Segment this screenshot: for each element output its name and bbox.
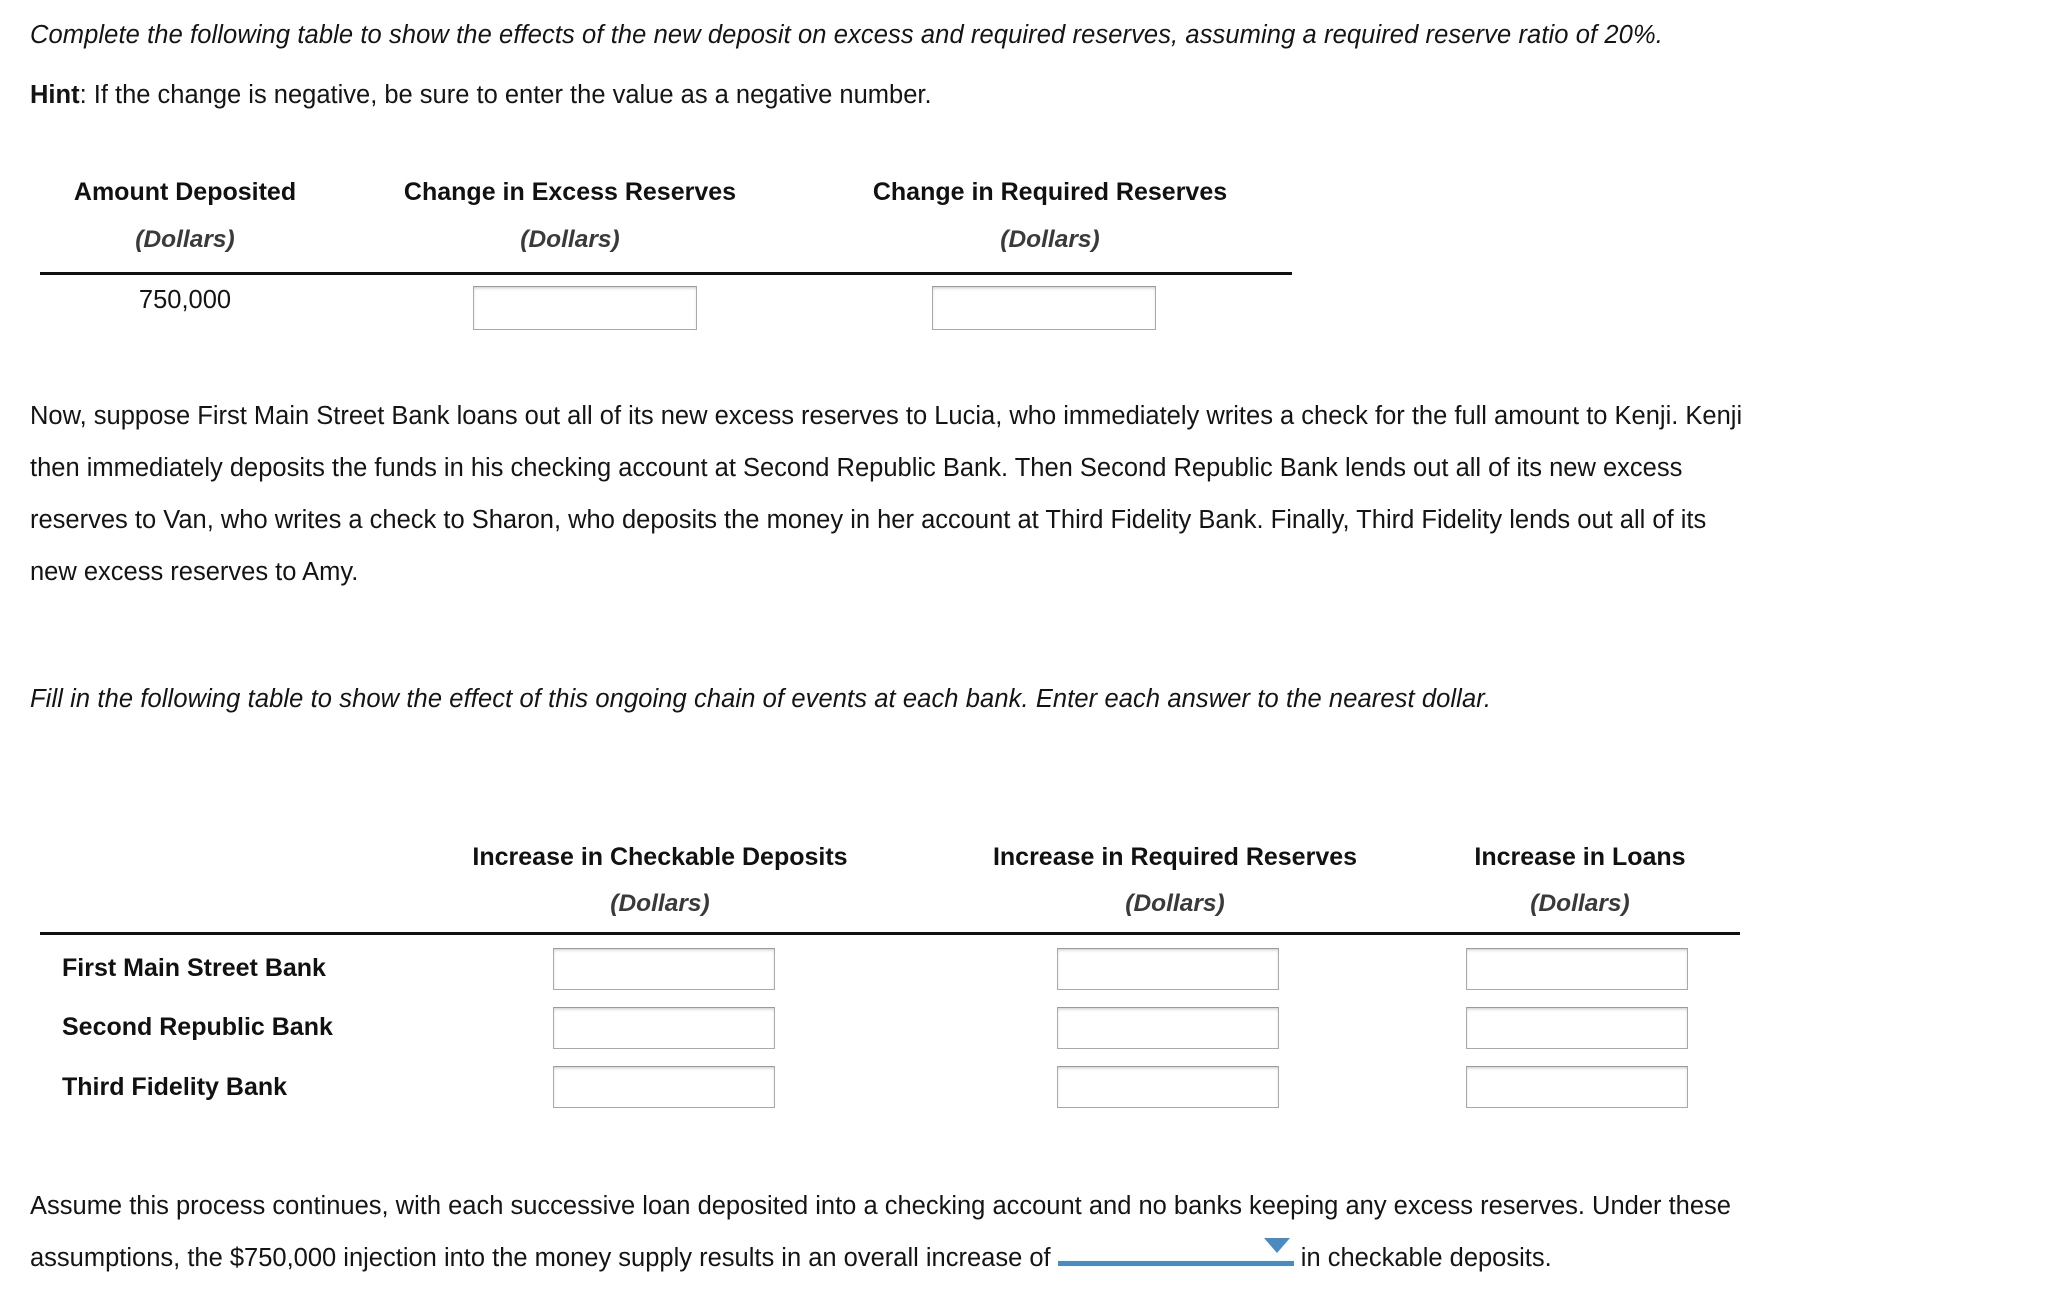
narrative-line-4: new excess reserves to Amy. [30, 558, 359, 586]
input-change-in-excess-reserves[interactable] [473, 286, 697, 330]
input-first-main-street-bank-required-reserves[interactable] [1057, 948, 1279, 990]
table1-subheader-change-excess-reserves: (Dollars) [520, 226, 620, 253]
table2-header-loans: Increase in Loans [1474, 843, 1686, 871]
narrative-paragraph: Now, suppose First Main Street Bank loan… [30, 390, 2020, 598]
table1-header-amount-deposited: Amount Deposited [73, 178, 297, 206]
hint-label: Hint [30, 81, 80, 109]
table2-subheader-required-reserves: (Dollars) [1125, 890, 1225, 917]
narrative-line-1: Now, suppose First Main Street Bank loan… [30, 402, 1743, 430]
input-first-main-street-bank-checkable-deposits[interactable] [553, 948, 775, 990]
overall-increase-dropdown[interactable] [1057, 1232, 1294, 1266]
instruction-text-1: Complete the following table to show the… [30, 21, 1663, 49]
table2-header-checkable-deposits: Increase in Checkable Deposits [472, 843, 848, 871]
narrative-line-3: reserves to Van, who writes a check to S… [30, 506, 1707, 534]
input-third-fidelity-bank-loans[interactable] [1466, 1066, 1688, 1108]
input-third-fidelity-bank-required-reserves[interactable] [1057, 1066, 1279, 1108]
input-first-main-street-bank-loans[interactable] [1466, 948, 1688, 990]
table1-subheader-amount-deposited: (Dollars) [135, 226, 235, 253]
table1-header-rule [40, 272, 1292, 275]
closing-paragraph: Assume this process continues, with each… [30, 1180, 2020, 1284]
table1-cell-amount-deposited: 750,000 [138, 286, 232, 314]
table2-header-rule [40, 932, 1740, 935]
input-change-in-required-reserves[interactable] [932, 286, 1156, 330]
closing-line-2-after: in checkable deposits. [1300, 1244, 1552, 1272]
hint-text: : If the change is negative, be sure to … [79, 81, 932, 109]
hint-line: Hint: If the change is negative, be sure… [30, 80, 932, 112]
input-second-republic-bank-checkable-deposits[interactable] [553, 1007, 775, 1049]
table1-header-change-required-reserves: Change in Required Reserves [872, 178, 1228, 206]
closing-line-1: Assume this process continues, with each… [30, 1192, 1731, 1220]
table2-row-label-first-main-street-bank: First Main Street Bank [62, 954, 326, 982]
instruction-text-2: Fill in the following table to show the … [30, 685, 1492, 713]
narrative-line-2: then immediately deposits the funds in h… [30, 454, 1683, 482]
worksheet-page: Complete the following table to show the… [0, 0, 2046, 1310]
table2-row-label-third-fidelity-bank: Third Fidelity Bank [62, 1073, 288, 1101]
chevron-down-icon [1263, 1238, 1290, 1253]
input-second-republic-bank-loans[interactable] [1466, 1007, 1688, 1049]
closing-line-2-before: assumptions, the $750,000 injection into… [30, 1244, 1051, 1272]
input-third-fidelity-bank-checkable-deposits[interactable] [553, 1066, 775, 1108]
table2-subheader-checkable-deposits: (Dollars) [610, 890, 710, 917]
input-second-republic-bank-required-reserves[interactable] [1057, 1007, 1279, 1049]
table1-header-change-excess-reserves: Change in Excess Reserves [403, 178, 737, 206]
dropdown-underline [1057, 1261, 1294, 1266]
table2-subheader-loans: (Dollars) [1530, 890, 1630, 917]
table2-header-required-reserves: Increase in Required Reserves [992, 843, 1358, 871]
closing-line-2: assumptions, the $750,000 injection into… [30, 1232, 2020, 1284]
table1-subheader-change-required-reserves: (Dollars) [1000, 226, 1100, 253]
table2-row-label-second-republic-bank: Second Republic Bank [62, 1013, 333, 1041]
